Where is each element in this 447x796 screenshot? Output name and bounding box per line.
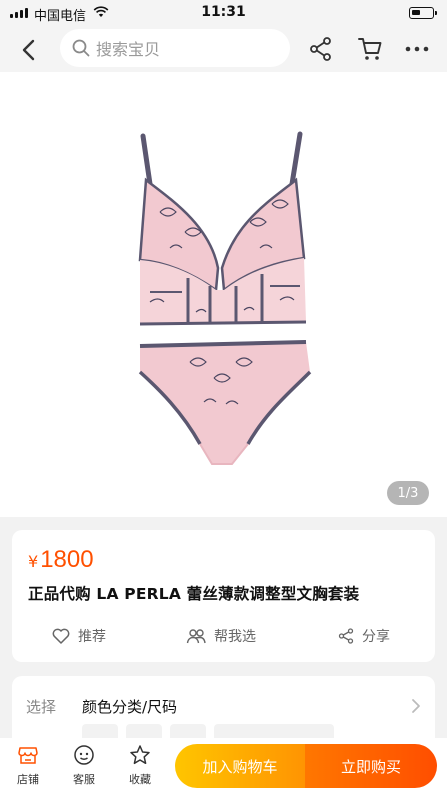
share-icon[interactable] [307,35,335,63]
search-input[interactable]: 搜索宝贝 [60,29,290,67]
service-tab[interactable]: 客服 [64,744,104,787]
product-info-card: ¥ 1800 正品代购 LA PERLA 蕾丝薄款调整型文胸套装 推荐 帮我选 [12,530,435,662]
bottom-action-bar: 店铺 客服 收藏 加入购物车 立即购买 [0,738,447,796]
battery-icon [409,7,437,19]
cart-icon[interactable] [356,35,384,63]
favorite-tab[interactable]: 收藏 [120,744,160,787]
product-photo [138,131,312,465]
people-icon [186,629,206,644]
store-label: 店铺 [17,773,39,786]
nav-bar: 搜索宝贝 [0,26,447,72]
action-row: 推荐 帮我选 分享 [12,622,435,650]
recommend-button[interactable]: 推荐 [52,622,106,650]
help-choose-button[interactable]: 帮我选 [186,622,256,650]
search-icon [72,39,90,57]
more-icon[interactable] [403,35,431,63]
status-bar: 中国电信 11:31 [0,0,447,26]
buy-now-button[interactable]: 立即购买 [305,744,437,788]
product-title: 正品代购 LA PERLA 蕾丝薄款调整型文胸套装 [28,585,360,603]
select-value: 颜色分类/尺码 [82,698,178,716]
help-choose-label: 帮我选 [214,629,256,645]
price: ¥ 1800 [28,546,94,574]
select-label: 选择 [26,698,57,716]
product-image-gallery[interactable]: 1/3 [0,72,447,517]
price-amount: 1800 [40,546,94,573]
clock: 11:31 [201,4,246,20]
add-to-cart-button[interactable]: 加入购物车 [175,744,305,788]
share-action-button[interactable]: 分享 [338,622,390,650]
service-label: 客服 [73,773,95,786]
chat-face-icon [74,745,94,765]
share-icon [338,628,354,644]
image-counter: 1/3 [387,481,429,505]
store-tab[interactable]: 店铺 [8,744,48,787]
store-icon [18,747,38,764]
share-label: 分享 [362,629,390,645]
chevron-right-icon [412,699,420,713]
favorite-label: 收藏 [129,773,151,786]
back-icon[interactable] [16,36,44,64]
recommend-label: 推荐 [78,629,106,645]
star-icon [130,745,150,765]
price-currency: ¥ [28,552,39,571]
heart-icon [52,628,70,644]
search-placeholder: 搜索宝贝 [96,40,161,59]
